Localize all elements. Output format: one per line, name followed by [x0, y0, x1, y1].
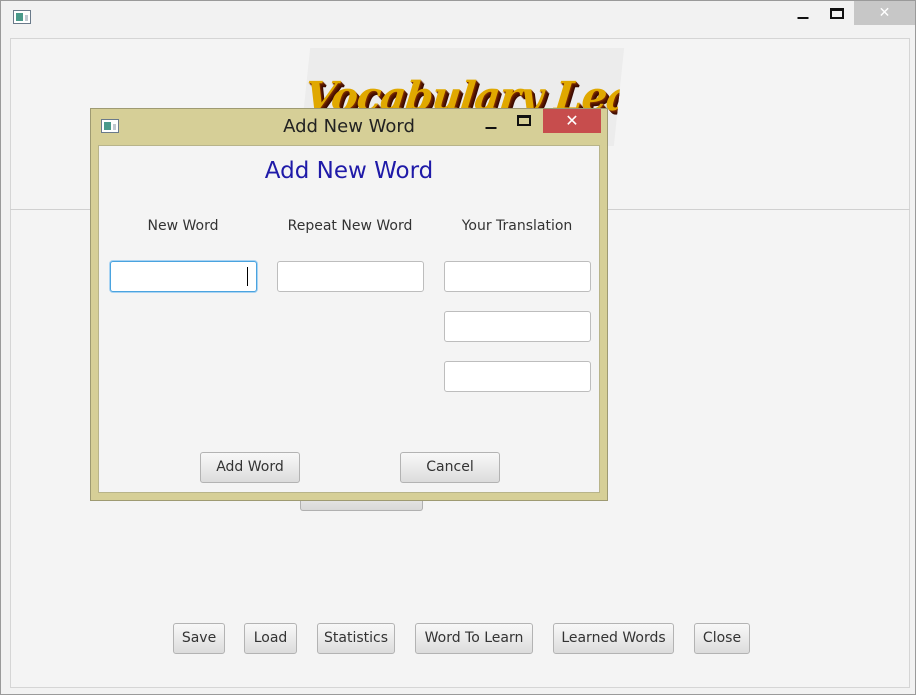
- add-word-dialog: Add New Word ✕ Add New Word New Word Rep…: [90, 108, 608, 501]
- dialog-maximize-button[interactable]: [512, 112, 536, 132]
- new-word-label: New Word: [147, 218, 219, 234]
- new-word-input[interactable]: [110, 261, 257, 292]
- learned-words-button[interactable]: Learned Words: [553, 623, 674, 654]
- main-titlebar[interactable]: ✕: [1, 1, 915, 31]
- word-to-learn-button[interactable]: Word To Learn: [415, 623, 533, 654]
- repeat-new-word-input[interactable]: [277, 261, 424, 292]
- translation-input-1[interactable]: [444, 261, 591, 292]
- cancel-button[interactable]: Cancel: [400, 452, 500, 483]
- minimize-icon: [797, 17, 809, 19]
- dialog-minimize-button[interactable]: [479, 115, 503, 135]
- translation-input-3[interactable]: [444, 361, 591, 392]
- text-caret: [247, 267, 248, 286]
- save-button[interactable]: Save: [173, 623, 225, 654]
- dialog-close-button[interactable]: ✕: [543, 109, 601, 133]
- close-icon: ✕: [878, 5, 891, 21]
- statistics-button[interactable]: Statistics: [317, 623, 395, 654]
- close-button[interactable]: ✕: [854, 1, 915, 25]
- load-button[interactable]: Load: [244, 623, 297, 654]
- close-icon: ✕: [565, 111, 579, 130]
- dialog-heading: Add New Word: [264, 158, 434, 184]
- maximize-button[interactable]: [825, 5, 849, 25]
- app-icon: [13, 10, 31, 24]
- close-app-button[interactable]: Close: [694, 623, 750, 654]
- dialog-body: Add New Word New Word Repeat New Word Yo…: [98, 145, 600, 493]
- maximize-icon: [517, 115, 531, 126]
- repeat-new-word-label: Repeat New Word: [287, 218, 413, 234]
- maximize-icon: [830, 8, 844, 19]
- minimize-button[interactable]: [791, 5, 815, 25]
- translation-input-2[interactable]: [444, 311, 591, 342]
- add-word-button[interactable]: Add Word: [200, 452, 300, 483]
- your-translation-label: Your Translation: [461, 218, 573, 234]
- minimize-icon: [485, 127, 497, 129]
